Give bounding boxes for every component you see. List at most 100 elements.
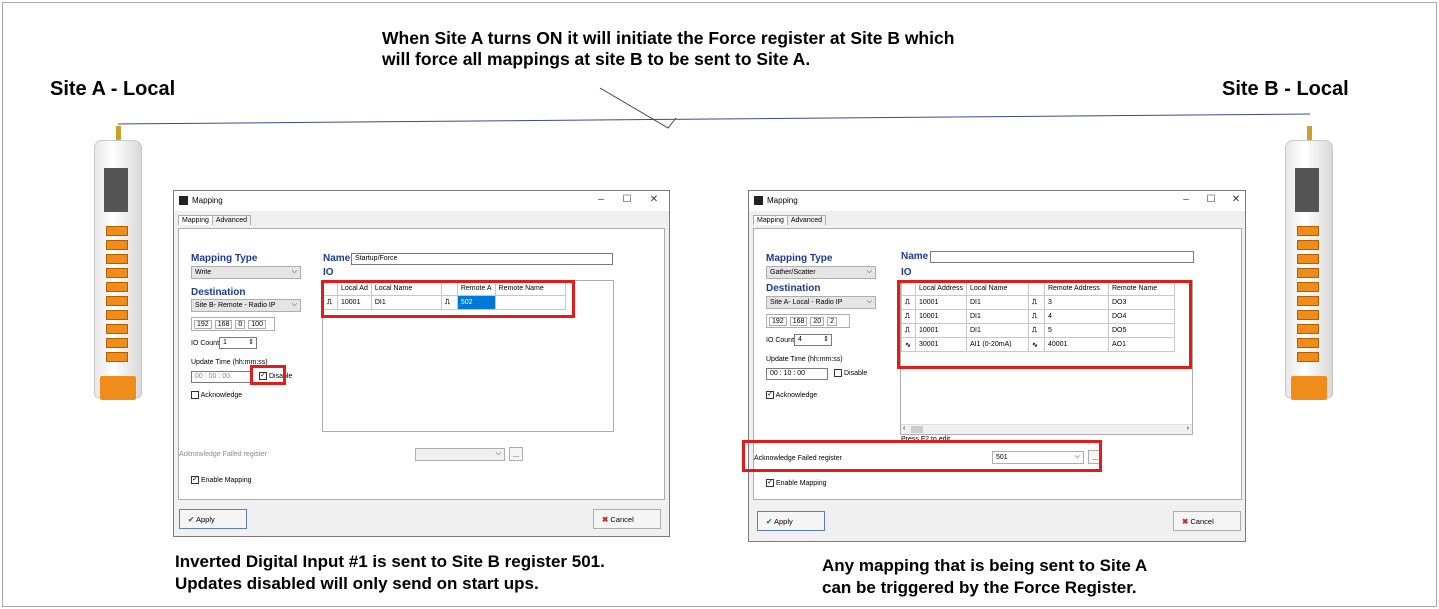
scroll-left-icon[interactable]: ‹ [903, 425, 905, 432]
apply-button[interactable]: ✔ Apply [757, 511, 825, 531]
cancel-button[interactable]: ✖ Cancel [1173, 511, 1241, 531]
acknowledge-checkbox[interactable]: ✓ Acknowledge [766, 391, 817, 399]
chevron-down-icon: ⌵ [866, 298, 872, 305]
checkbox-checked-icon[interactable]: ✓ [766, 391, 774, 399]
spinner-icon[interactable]: ⇕ [823, 335, 829, 343]
time-seconds: 00 [222, 373, 231, 380]
ack-failed-label: Acknowledge Failed register [179, 451, 267, 458]
minimize-icon[interactable]: – [1179, 194, 1193, 205]
maximize-icon[interactable]: ☐ [1204, 194, 1218, 205]
close-icon[interactable]: ✕ [1229, 194, 1243, 205]
ip-octet-4[interactable]: 2 [827, 317, 838, 326]
io-count-label: IO Count [766, 337, 795, 344]
mapping-type-value: Write [195, 269, 212, 276]
ack-failed-select[interactable]: ⌵ [415, 448, 505, 461]
caption-left-line2: Updates disabled will only send on start… [175, 574, 539, 593]
apply-label: Apply [195, 515, 215, 524]
checkmark-icon: ✔ [766, 517, 773, 526]
destination-select[interactable]: Site B- Remote - Radio IP ⌵ [191, 299, 301, 312]
site-a-label: Site A - Local [50, 78, 176, 100]
cancel-x-icon: ✖ [602, 515, 609, 524]
caption-right: Any mapping that is being sent to Site A… [822, 555, 1147, 599]
dialog-title: Mapping [767, 196, 798, 205]
enable-mapping-label: Enable Mapping [200, 476, 252, 484]
maximize-icon[interactable]: ☐ [620, 194, 634, 205]
highlight-box-ack-failed [742, 440, 1102, 472]
ip-address-input[interactable]: 192 168 20 2 [766, 314, 850, 328]
checkbox-unchecked-icon[interactable] [834, 369, 842, 377]
app-icon [179, 196, 188, 205]
enable-mapping-checkbox[interactable]: ✓ Enable Mapping [191, 476, 252, 484]
io-count-stepper[interactable]: 1 ⇕ [219, 337, 257, 349]
mapping-type-label: Mapping Type [766, 253, 833, 264]
destination-label: Destination [766, 283, 821, 294]
tab-advanced[interactable]: Advanced [786, 215, 826, 225]
io-count-stepper[interactable]: 4 ⇕ [794, 334, 832, 346]
io-label: IO [901, 267, 912, 278]
minimize-icon[interactable]: – [594, 194, 608, 205]
enable-mapping-checkbox[interactable]: ✓ Enable Mapping [766, 479, 827, 487]
chevron-down-icon: ⌵ [866, 268, 872, 275]
cancel-x-icon: ✖ [1182, 517, 1189, 526]
browse-button[interactable]: ... [509, 447, 524, 461]
scroll-thumb[interactable] [911, 426, 923, 433]
enable-mapping-label: Enable Mapping [775, 479, 827, 487]
ip-octet-2[interactable]: 168 [789, 317, 808, 326]
name-input[interactable]: Startup/Force [351, 253, 613, 265]
destination-value: Site A- Local - Radio IP [770, 299, 843, 306]
top-note: When Site A turns ON it will initiate th… [382, 28, 1082, 70]
dialog-titlebar: Mapping – ☐ ✕ [174, 191, 669, 211]
tab-strip: Mapping Advanced [753, 215, 826, 228]
site-b-label: Site B - Local [1222, 78, 1349, 100]
device-site-a [94, 126, 142, 400]
highlight-box-disable [250, 365, 286, 385]
tab-mapping[interactable]: Mapping [178, 215, 213, 225]
dialog-titlebar: Mapping – ☐ ✕ [749, 191, 1245, 211]
update-time-input[interactable]: 00 : 10 : 00 [766, 368, 828, 380]
name-label: Name [901, 251, 929, 262]
chevron-down-icon: ⌵ [495, 450, 501, 457]
chevron-down-icon: ⌵ [291, 268, 297, 275]
io-label: IO [323, 267, 334, 278]
mapping-type-select[interactable]: Write ⌵ [191, 266, 301, 279]
checkbox-checked-icon[interactable]: ✓ [191, 476, 199, 484]
ip-octet-4[interactable]: 100 [248, 320, 266, 329]
top-note-line2: will force all mappings at site B to be … [382, 49, 811, 69]
time-hours: 00 [195, 373, 203, 380]
disable-label: Disable [843, 369, 868, 377]
checkbox-checked-icon[interactable]: ✓ [766, 479, 774, 487]
mapping-type-label: Mapping Type [191, 253, 258, 264]
ip-address-input[interactable]: 192 168 0 100 [191, 317, 275, 331]
ip-octet-1[interactable]: 192 [769, 317, 787, 326]
destination-value: Site B- Remote - Radio IP [195, 302, 276, 309]
destination-select[interactable]: Site A- Local - Radio IP ⌵ [766, 296, 876, 309]
caption-right-line2: can be triggered by the Force Register. [822, 578, 1137, 597]
caption-left: Inverted Digital Input #1 is sent to Sit… [175, 551, 605, 595]
scroll-right-icon[interactable]: › [1187, 425, 1189, 432]
checkmark-icon: ✔ [188, 515, 195, 524]
ip-octet-3[interactable]: 20 [810, 317, 825, 326]
tab-advanced[interactable]: Advanced [211, 215, 251, 225]
disable-checkbox[interactable]: Disable [834, 369, 867, 377]
close-icon[interactable]: ✕ [647, 194, 661, 205]
tab-body: Mapping Type Write ⌵ Destination Site B- … [178, 228, 665, 500]
time-seconds: 00 [797, 370, 806, 377]
mapping-type-select[interactable]: Gather/Scatter ⌵ [766, 266, 876, 279]
horizontal-scrollbar[interactable]: ‹ › [901, 424, 1192, 434]
acknowledge-checkbox[interactable]: Acknowledge [191, 391, 242, 399]
checkbox-unchecked-icon[interactable] [191, 391, 199, 399]
spinner-icon[interactable]: ⇕ [248, 338, 254, 346]
tab-mapping[interactable]: Mapping [753, 215, 788, 225]
top-note-line1: When Site A turns ON it will initiate th… [382, 28, 955, 48]
mapping-type-value: Gather/Scatter [770, 269, 816, 276]
name-input[interactable] [930, 251, 1194, 263]
io-count-value: 1 [223, 339, 227, 346]
ip-octet-2[interactable]: 168 [214, 320, 233, 329]
acknowledge-label: Acknowledge [200, 391, 243, 399]
ip-octet-1[interactable]: 192 [194, 320, 212, 329]
apply-button[interactable]: ✔ Apply [179, 509, 247, 529]
cancel-button[interactable]: ✖ Cancel [593, 509, 661, 529]
update-time-input[interactable]: 00 : 00 : 00 [191, 371, 253, 383]
highlight-box-io-right [897, 280, 1192, 369]
ip-octet-3[interactable]: 0 [235, 320, 246, 329]
